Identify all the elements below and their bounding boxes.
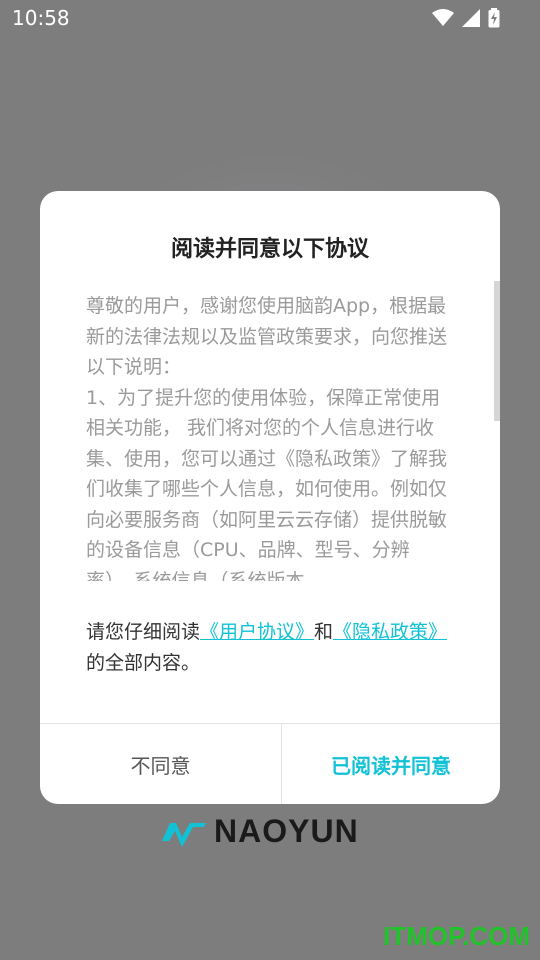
dialog-title: 阅读并同意以下协议 (170, 237, 369, 262)
agree-button[interactable]: 已阅读并同意 (282, 724, 500, 804)
scrollbar-thumb[interactable] (494, 281, 500, 421)
wifi-icon (432, 9, 454, 26)
agreement-dialog: 阅读并同意以下协议 尊敬的用户，感谢您使用脑韵App，根据最新的法律法规以及监管… (40, 191, 500, 804)
cellular-signal-icon (462, 9, 480, 27)
battery-charging-icon (488, 8, 500, 28)
status-bar: 10:58 (0, 0, 540, 36)
notice-suffix: 的全部内容。 (86, 652, 201, 674)
status-time: 10:58 (12, 6, 70, 30)
notice-and: 和 (314, 621, 334, 643)
naoyun-logo-icon (162, 822, 206, 847)
watermark: ITMOP.COM (383, 921, 530, 951)
privacy-policy-link[interactable]: 《隐私政策》 (333, 621, 447, 643)
disagree-button[interactable]: 不同意 (40, 724, 281, 804)
read-notice: 请您仔细阅读《用户协议》和《隐私政策》的全部内容。 (86, 617, 450, 679)
agreement-text[interactable]: 尊敬的用户，感谢您使用脑韵App，根据最新的法律法规以及监管政策要求，向您推送以… (86, 291, 450, 581)
user-agreement-link[interactable]: 《用户协议》 (200, 621, 314, 643)
notice-prefix: 请您仔细阅读 (86, 621, 201, 643)
status-icons (432, 8, 500, 28)
brand-logo: NAOYUN (160, 813, 359, 850)
brand-name: NAOYUN (214, 813, 359, 849)
